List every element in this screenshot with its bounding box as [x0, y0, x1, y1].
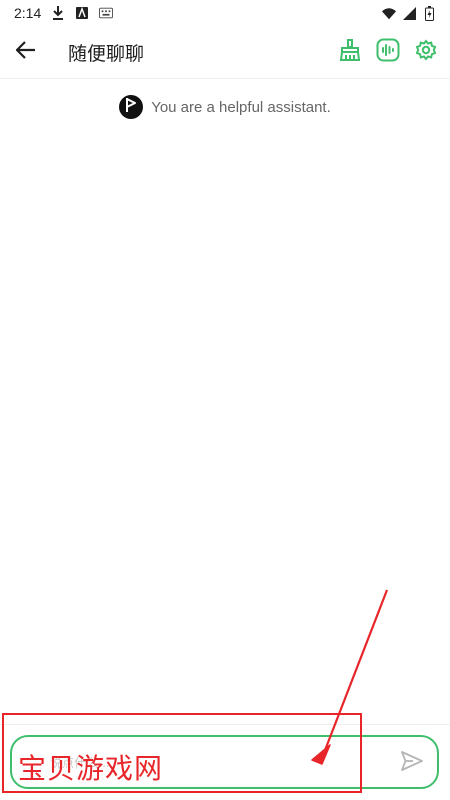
signal-icon	[402, 6, 416, 20]
settings-gear-icon	[414, 38, 438, 66]
status-right	[382, 5, 436, 21]
send-button[interactable]	[399, 750, 425, 776]
status-time: 2:14	[14, 5, 42, 21]
back-button[interactable]	[0, 26, 52, 78]
settings-button[interactable]	[412, 38, 440, 66]
clean-button[interactable]	[336, 38, 364, 66]
annotation-watermark-text: 宝贝游戏网	[18, 752, 164, 785]
status-bar: 2:14	[0, 0, 450, 26]
app-actions	[336, 26, 440, 78]
page-title: 随便聊聊	[68, 42, 145, 65]
voice-wave-icon	[376, 38, 400, 66]
battery-icon	[422, 5, 436, 21]
assistant-logo-icon	[124, 97, 138, 117]
clean-brush-icon	[339, 39, 361, 65]
assistant-avatar	[119, 95, 144, 119]
system-message-text: You are a helpful assistant.	[151, 98, 331, 116]
app-notification-icon	[75, 6, 89, 20]
app-bar: 随便聊聊	[0, 26, 450, 78]
wifi-icon	[382, 6, 396, 20]
annotation-arrow	[311, 589, 389, 765]
system-message: You are a helpful assistant.	[0, 95, 450, 119]
arrow-back-icon	[15, 41, 36, 63]
download-icon	[51, 6, 65, 20]
send-icon	[400, 750, 424, 776]
voice-button[interactable]	[374, 38, 402, 66]
keyboard-icon	[99, 6, 114, 20]
status-left: 2:14	[14, 5, 114, 21]
app-bar-divider	[0, 78, 450, 79]
